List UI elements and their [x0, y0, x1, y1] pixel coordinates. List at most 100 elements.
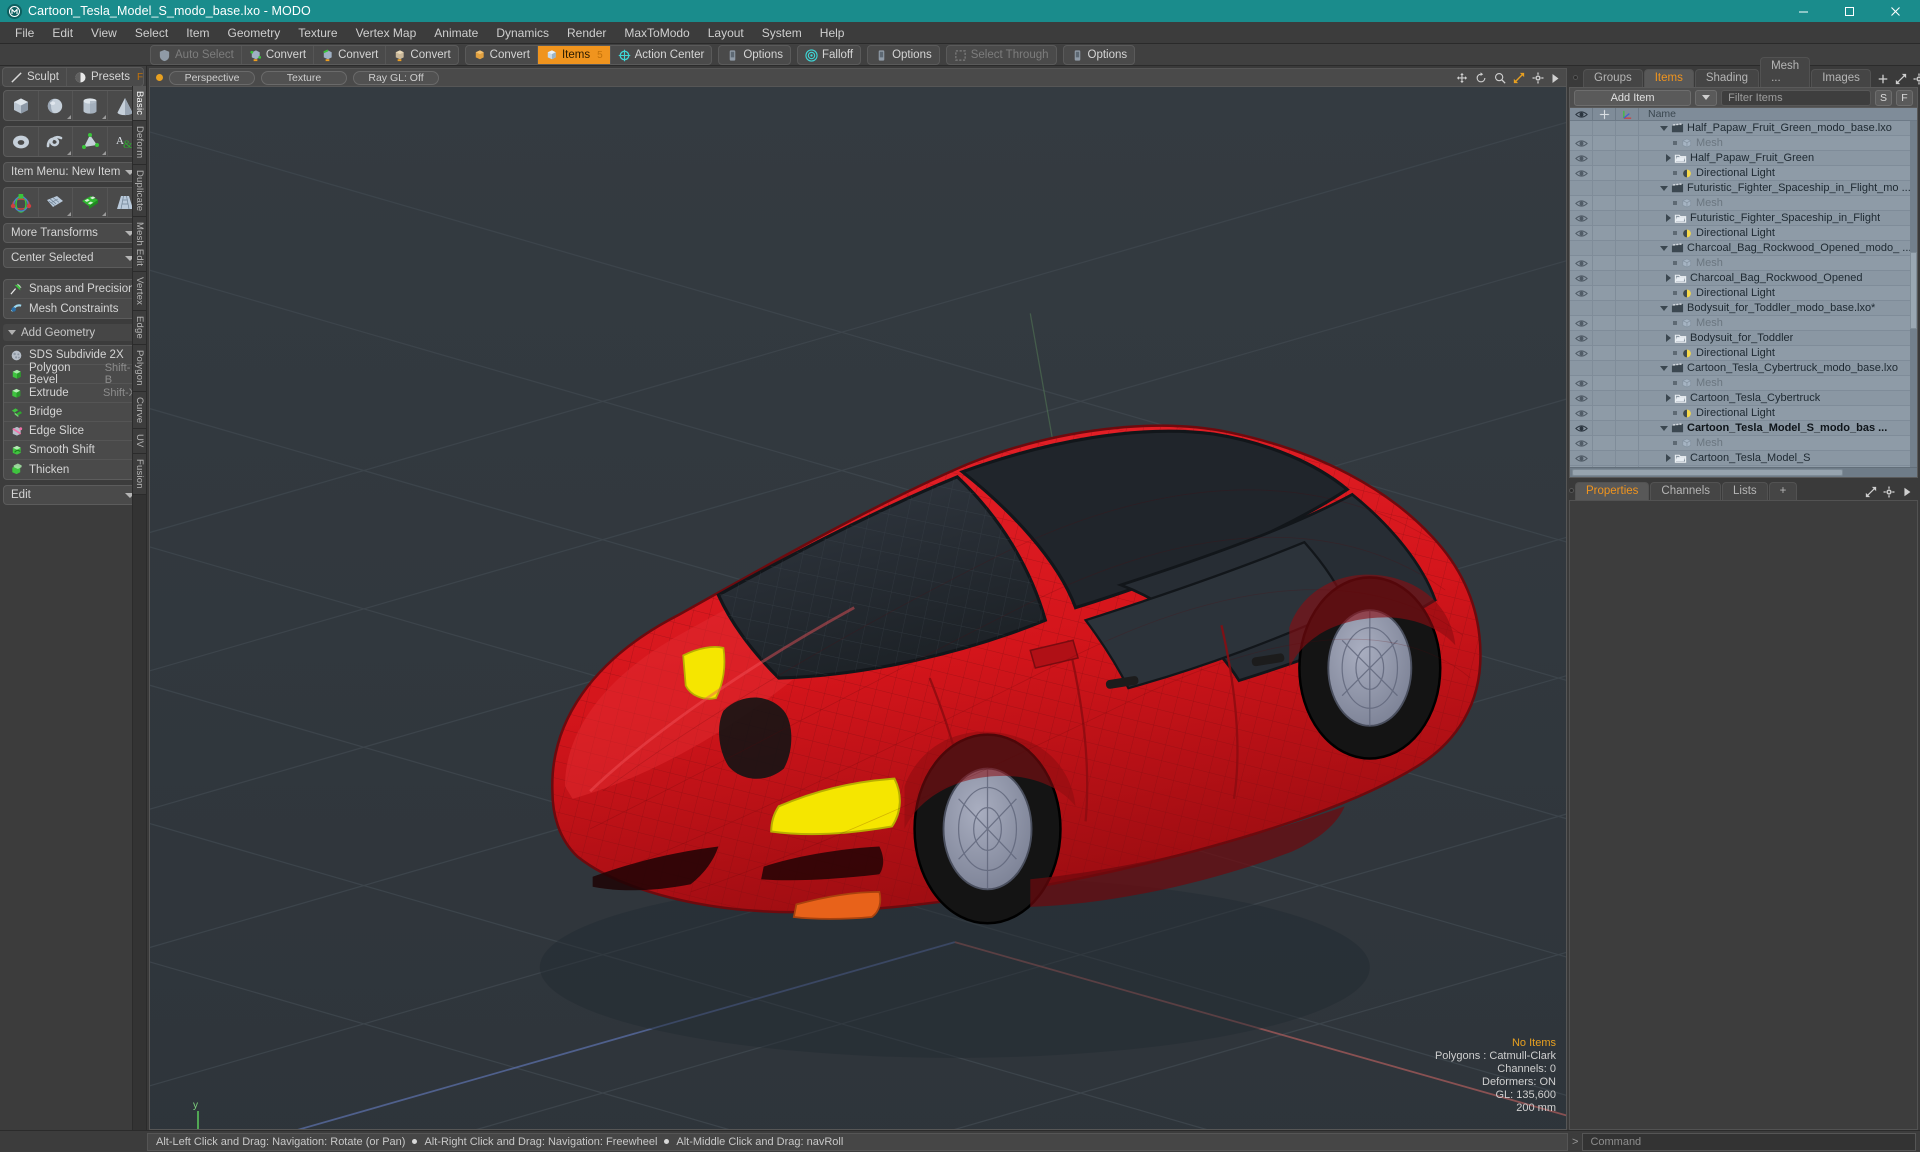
visibility-toggle[interactable]	[1570, 286, 1593, 300]
viewport-tab-texture[interactable]: Texture	[261, 70, 347, 85]
vertical-tab-deform[interactable]: Deform	[133, 121, 146, 165]
visibility-toggle[interactable]	[1570, 301, 1593, 315]
item-list-row[interactable]: Directional Light	[1570, 406, 1917, 421]
point-mesh-tool-button[interactable]	[73, 127, 108, 156]
panel-menu-icon[interactable]	[1569, 488, 1574, 493]
cylinder-tool-button[interactable]	[73, 91, 108, 120]
more-transforms-dropdown[interactable]: More Transforms	[3, 223, 143, 243]
lock-cell[interactable]	[1593, 286, 1616, 300]
add-geometry-header[interactable]: Add Geometry	[3, 324, 143, 341]
tab-shading[interactable]: Shading	[1694, 69, 1760, 87]
toolbar-options-button[interactable]: Options	[868, 46, 939, 64]
tab-items[interactable]: Items	[1643, 69, 1694, 87]
gear-icon[interactable]	[1913, 73, 1920, 85]
axis-cell[interactable]	[1616, 286, 1639, 300]
menu-item-geometry[interactable]: Geometry	[219, 23, 290, 43]
item-list-row[interactable]: Charcoal_Bag_Rockwood_Opened_modo_ ...	[1570, 241, 1917, 256]
visibility-toggle[interactable]	[1570, 211, 1593, 225]
menu-item-texture[interactable]: Texture	[289, 23, 346, 43]
lock-cell[interactable]	[1593, 181, 1616, 195]
menu-item-file[interactable]: File	[6, 23, 43, 43]
item-list-row[interactable]: Directional Light	[1570, 226, 1917, 241]
axis-cell[interactable]	[1616, 391, 1639, 405]
visibility-toggle[interactable]	[1570, 136, 1593, 150]
expand-collapse-icon[interactable]	[1660, 425, 1668, 431]
add-item-dropdown[interactable]	[1695, 89, 1718, 106]
axis-cell[interactable]	[1616, 226, 1639, 240]
expand-collapse-icon[interactable]	[1666, 394, 1671, 402]
axis-cell[interactable]	[1616, 376, 1639, 390]
center-selected-dropdown[interactable]: Center Selected	[3, 248, 143, 268]
toolbar-convert-button[interactable]: Convert	[466, 46, 538, 64]
item-list-row[interactable]: Mesh	[1570, 256, 1917, 271]
expand-icon[interactable]	[1895, 73, 1907, 85]
filter-s-button[interactable]: S	[1875, 89, 1892, 106]
lock-cell[interactable]	[1593, 346, 1616, 360]
move-icon[interactable]	[1456, 72, 1468, 84]
expand-icon[interactable]	[1865, 486, 1877, 498]
item-list-row[interactable]: Charcoal_Bag_Rockwood_Opened	[1570, 271, 1917, 286]
lock-cell[interactable]	[1593, 241, 1616, 255]
axis-cell[interactable]	[1616, 316, 1639, 330]
green-checker-tool-button[interactable]	[73, 188, 108, 217]
tool-polygon-bevel[interactable]: Polygon Bevel Shift-B	[4, 362, 142, 386]
lock-cell[interactable]	[1593, 121, 1616, 135]
maximize-button[interactable]	[1826, 0, 1872, 22]
item-list-row[interactable]: Futuristic_Fighter_Spaceship_in_Flight	[1570, 211, 1917, 226]
toolbar-presets-button[interactable]: Presets F6	[67, 68, 143, 86]
expand-collapse-icon[interactable]	[1666, 154, 1671, 162]
axis-cell[interactable]	[1616, 256, 1639, 270]
visibility-toggle[interactable]	[1570, 241, 1593, 255]
toolbar-items-button[interactable]: Items 5	[537, 46, 611, 64]
visibility-toggle[interactable]	[1570, 331, 1593, 345]
panel-menu-icon[interactable]	[1573, 75, 1578, 80]
lock-cell[interactable]	[1593, 256, 1616, 270]
item-list-row[interactable]: Mesh	[1570, 436, 1917, 451]
viewport-tab-raygl[interactable]: Ray GL: Off	[353, 70, 439, 85]
axis-cell[interactable]	[1616, 361, 1639, 375]
filter-f-button[interactable]: F	[1896, 89, 1913, 106]
transform-gizmo-tool-button[interactable]	[4, 188, 39, 217]
tool-bridge[interactable]: Bridge	[4, 403, 142, 422]
item-list-row[interactable]: Bodysuit_for_Toddler_modo_base.lxo*	[1570, 301, 1917, 316]
tab-channels[interactable]: Channels	[1650, 482, 1722, 500]
viewport-tab-perspective[interactable]: Perspective	[169, 70, 255, 85]
axis-cell[interactable]	[1616, 301, 1639, 315]
add-item-button[interactable]: Add Item	[1574, 89, 1692, 106]
visibility-toggle[interactable]	[1570, 226, 1593, 240]
vertical-tab-mesh-edit[interactable]: Mesh Edit	[133, 217, 146, 273]
item-list-horizontal-scrollbar[interactable]	[1570, 467, 1917, 477]
menu-item-render[interactable]: Render	[558, 23, 615, 43]
fit-icon[interactable]	[1513, 72, 1525, 84]
lock-cell[interactable]	[1593, 196, 1616, 210]
lock-cell[interactable]	[1593, 391, 1616, 405]
item-list-vertical-scrollbar[interactable]	[1910, 121, 1917, 467]
axis-cell[interactable]	[1616, 136, 1639, 150]
visibility-toggle[interactable]	[1570, 421, 1593, 435]
expand-collapse-icon[interactable]	[1666, 214, 1671, 222]
filter-items-input[interactable]: Filter Items	[1721, 89, 1871, 106]
axis-cell[interactable]	[1616, 241, 1639, 255]
expand-collapse-icon[interactable]	[1660, 185, 1668, 191]
scrollbar-thumb[interactable]	[1572, 469, 1843, 476]
axis-cell[interactable]	[1616, 196, 1639, 210]
visibility-toggle[interactable]	[1570, 121, 1593, 135]
close-button[interactable]	[1872, 0, 1918, 22]
vertical-tab-vertex[interactable]: Vertex	[133, 272, 146, 312]
toolbar-action-center-button[interactable]: Action Center	[611, 46, 712, 64]
viewport-3d[interactable]: y x No Items Polygons : Catmull-Clark Ch…	[149, 86, 1567, 1130]
menu-item-view[interactable]: View	[82, 23, 126, 43]
toolbar-convert-button[interactable]: Convert	[242, 46, 315, 64]
item-list-row[interactable]: Mesh	[1570, 136, 1917, 151]
tool-smooth-shift[interactable]: Smooth Shift	[4, 441, 142, 460]
lock-cell[interactable]	[1593, 301, 1616, 315]
lock-cell[interactable]	[1593, 271, 1616, 285]
gear-icon[interactable]	[1883, 486, 1895, 498]
tab-properties[interactable]: Properties	[1575, 482, 1650, 500]
lock-cell[interactable]	[1593, 136, 1616, 150]
visibility-toggle[interactable]	[1570, 271, 1593, 285]
expand-collapse-icon[interactable]	[1666, 334, 1671, 342]
tab-groups[interactable]: Groups	[1583, 69, 1643, 87]
lock-cell[interactable]	[1593, 211, 1616, 225]
play-arrow-icon[interactable]	[1901, 486, 1913, 498]
